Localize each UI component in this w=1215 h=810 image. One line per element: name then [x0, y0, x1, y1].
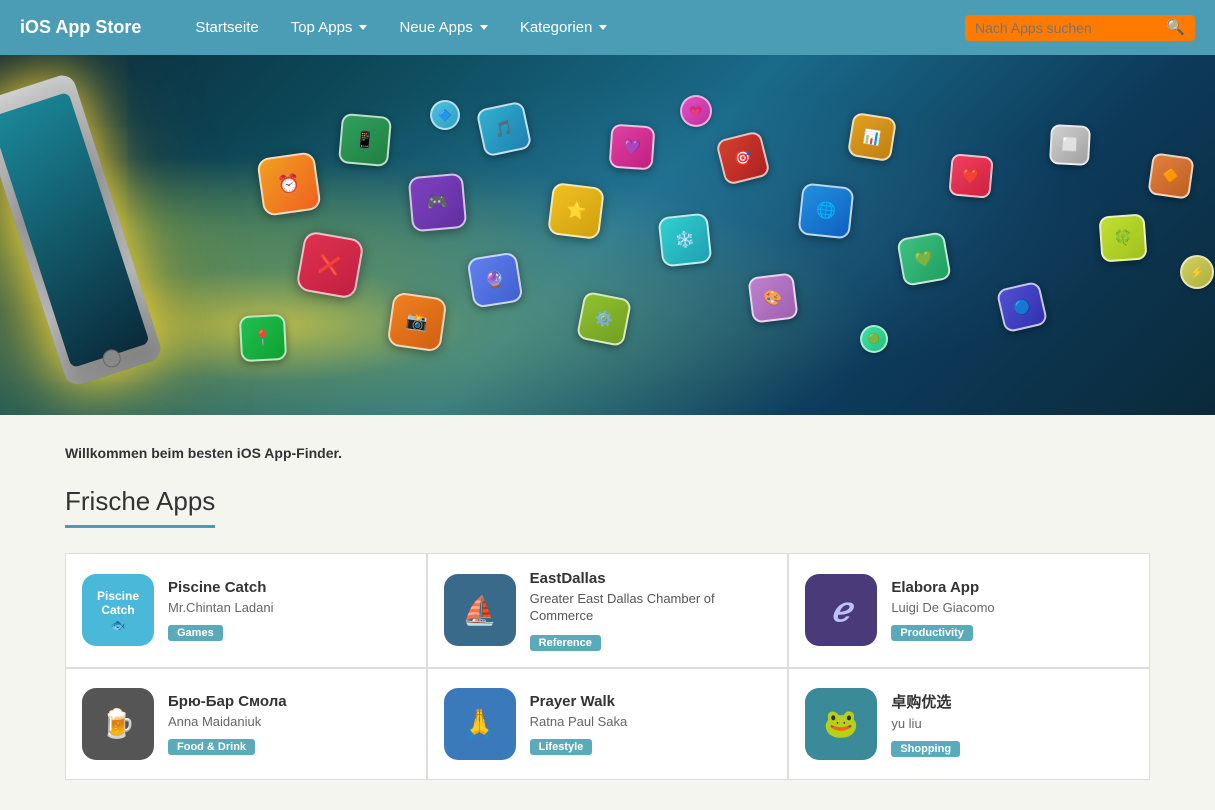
app-icon-bryu: 🍺: [82, 688, 154, 760]
app-author: yu liu: [891, 716, 1133, 731]
float-icon-14: 🌐: [797, 182, 854, 239]
float-icon-18: ❤️: [948, 153, 994, 199]
app-card-prayer[interactable]: 🙏 Prayer Walk Ratna Paul Saka Lifestyle: [428, 669, 788, 779]
float-icon-6: ⭐: [547, 182, 605, 240]
float-icon-12: ⚙️: [576, 291, 632, 347]
search-box: 🔍: [965, 15, 1195, 41]
float-icon-3: 🎮: [408, 173, 468, 233]
apps-grid: PiscineCatch🐟 Piscine Catch Mr.Chintan L…: [65, 553, 1150, 780]
float-icon-21: 🍀: [1098, 213, 1147, 262]
app-info-prayer: Prayer Walk Ratna Paul Saka Lifestyle: [530, 693, 772, 755]
app-name: 卓购优选: [891, 691, 1133, 712]
app-author: Anna Maidaniuk: [168, 714, 410, 729]
search-input[interactable]: [975, 20, 1160, 36]
app-card-eastdallas[interactable]: ⛵ EastDallas Greater East Dallas Chamber…: [428, 554, 788, 667]
float-icon-13: 🎯: [715, 130, 771, 186]
float-icon-22: 🔶: [1147, 152, 1194, 199]
float-icon-1: ⏰: [256, 151, 322, 217]
hero-banner: ⏰ 📱 🎮 ❌ 🎵 ⭐ 📍 📸 🔮 💜 ❄️ ⚙️ 🎯 🌐 🎨 📊 💚 ❤️ 🔵…: [0, 55, 1215, 415]
app-card-shop[interactable]: 🐸 卓购优选 yu liu Shopping: [789, 669, 1149, 779]
nav-item-topapps[interactable]: Top Apps: [277, 11, 382, 44]
app-icon-prayer: 🙏: [444, 688, 516, 760]
float-small-1: 🔷: [430, 100, 460, 130]
brand: iOS App Store: [20, 17, 141, 38]
app-info-bryu: Брю-Бар Смола Anna Maidaniuk Food & Drin…: [168, 693, 410, 755]
app-icon-elabora: ℯ: [805, 574, 877, 646]
nav-links: Startseite Top Apps Neue Apps Kategorien: [181, 11, 965, 44]
float-icon-2: 📱: [338, 113, 392, 167]
float-icon-5: 🎵: [476, 101, 533, 158]
caret-neueapps: [480, 25, 488, 30]
app-icon-shop: 🐸: [805, 688, 877, 760]
float-small-2: 💗: [680, 95, 712, 127]
app-author: Ratna Paul Saka: [530, 714, 772, 729]
app-tag: Games: [168, 625, 223, 641]
float-small-4: ⚡: [1180, 255, 1214, 289]
app-card-piscine[interactable]: PiscineCatch🐟 Piscine Catch Mr.Chintan L…: [66, 554, 426, 667]
float-icon-15: 🎨: [747, 272, 798, 323]
app-icon-piscine: PiscineCatch🐟: [82, 574, 154, 646]
app-info-shop: 卓购优选 yu liu Shopping: [891, 691, 1133, 757]
app-author: Mr.Chintan Ladani: [168, 600, 410, 615]
float-icon-19: 🔵: [996, 281, 1049, 334]
navbar: iOS App Store Startseite Top Apps Neue A…: [0, 0, 1215, 55]
app-info-elabora: Elabora App Luigi De Giacomo Productivit…: [891, 579, 1133, 641]
float-icon-17: 💚: [896, 231, 952, 287]
app-name: Elabora App: [891, 579, 1133, 596]
app-tag: Food & Drink: [168, 739, 255, 755]
float-icon-9: 🔮: [466, 251, 523, 308]
app-card-bryu[interactable]: 🍺 Брю-Бар Смола Anna Maidaniuk Food & Dr…: [66, 669, 426, 779]
float-icon-10: 💜: [609, 124, 656, 171]
app-info-piscine: Piscine Catch Mr.Chintan Ladani Games: [168, 579, 410, 641]
nav-item-kategorien[interactable]: Kategorien: [506, 11, 622, 44]
app-name: EastDallas: [530, 570, 772, 587]
caret-topapps: [359, 25, 367, 30]
nav-item-startseite[interactable]: Startseite: [181, 11, 272, 44]
float-icon-16: 📊: [847, 112, 897, 162]
app-tag: Productivity: [891, 625, 973, 641]
search-button[interactable]: 🔍: [1166, 20, 1185, 35]
float-icon-4: ❌: [295, 230, 365, 300]
app-author: Greater East Dallas Chamber of Commerce: [530, 591, 772, 625]
app-tag: Reference: [530, 635, 601, 651]
app-tag: Shopping: [891, 741, 960, 757]
nav-item-neueapps[interactable]: Neue Apps: [385, 11, 501, 44]
app-name: Брю-Бар Смола: [168, 693, 410, 710]
welcome-text: Willkommen beim besten iOS App-Finder.: [65, 445, 1150, 461]
section-title: Frische Apps: [65, 486, 215, 528]
app-name: Prayer Walk: [530, 693, 772, 710]
app-icons-cloud: ⏰ 📱 🎮 ❌ 🎵 ⭐ 📍 📸 🔮 💜 ❄️ ⚙️ 🎯 🌐 🎨 📊 💚 ❤️ 🔵…: [100, 55, 1215, 415]
float-icon-7: 📍: [239, 314, 287, 362]
app-info-eastdallas: EastDallas Greater East Dallas Chamber o…: [530, 570, 772, 651]
float-small-3: 🟢: [860, 325, 888, 353]
app-author: Luigi De Giacomo: [891, 600, 1133, 615]
app-icon-eastdallas: ⛵: [444, 574, 516, 646]
app-card-elabora[interactable]: ℯ Elabora App Luigi De Giacomo Productiv…: [789, 554, 1149, 667]
float-icon-8: 📸: [387, 292, 448, 353]
float-icon-20: ⬜: [1049, 124, 1091, 166]
main-content: Willkommen beim besten iOS App-Finder. F…: [0, 415, 1215, 810]
app-name: Piscine Catch: [168, 579, 410, 596]
app-tag: Lifestyle: [530, 739, 593, 755]
float-icon-11: ❄️: [658, 213, 713, 268]
caret-kategorien: [599, 25, 607, 30]
